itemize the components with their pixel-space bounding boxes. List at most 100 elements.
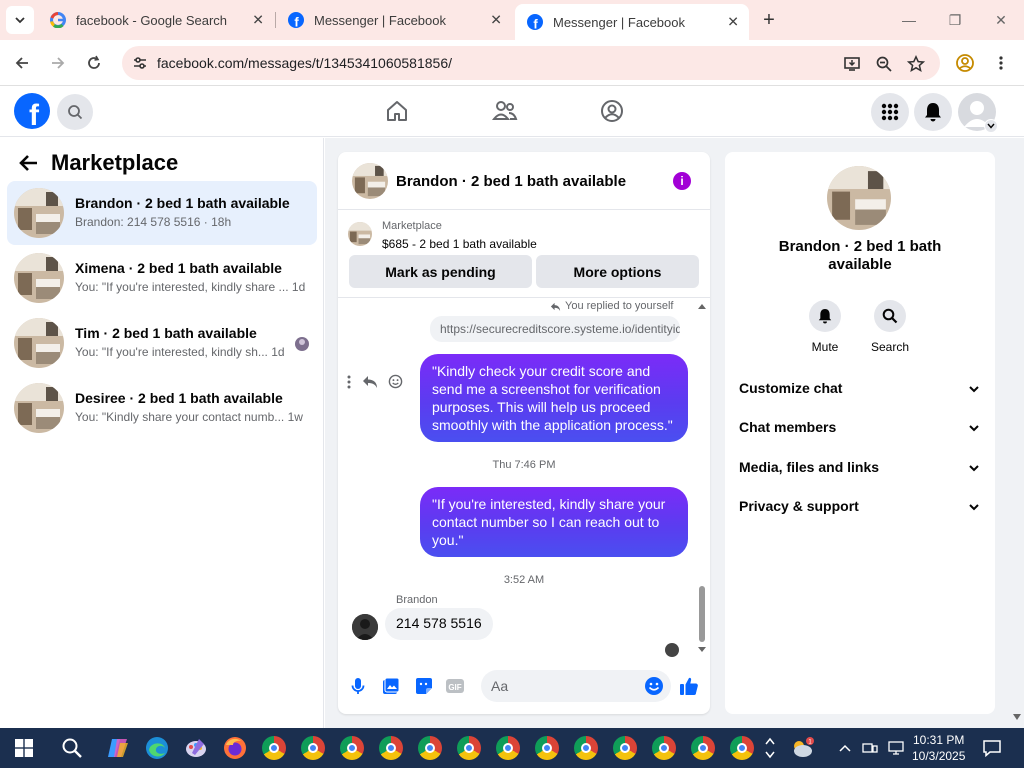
info-thumbnail[interactable]: [827, 166, 891, 230]
chrome-icon[interactable]: [494, 734, 522, 762]
section-privacy-support[interactable]: Privacy & support: [739, 498, 981, 518]
reload-button[interactable]: [81, 50, 107, 76]
windows-start-icon[interactable]: [10, 734, 38, 762]
emoji-icon[interactable]: [644, 676, 664, 696]
close-icon[interactable]: ✕: [490, 12, 502, 29]
gif-icon[interactable]: GIF: [445, 676, 465, 696]
page-scroll-down-icon[interactable]: [1012, 712, 1022, 722]
sticker-icon[interactable]: [414, 676, 434, 696]
firefox-icon[interactable]: [221, 734, 249, 762]
zoom-icon[interactable]: [874, 54, 894, 74]
section-customize-chat[interactable]: Customize chat: [739, 380, 981, 400]
tray-device-icon[interactable]: [860, 734, 880, 762]
message-composer: GIF: [338, 658, 710, 714]
nav-home[interactable]: [383, 97, 411, 125]
conversation-item-desiree[interactable]: Desiree · 2 bed 1 bath available You: "K…: [7, 376, 317, 440]
weather-icon[interactable]: 1: [788, 734, 816, 762]
more-vertical-icon[interactable]: [346, 375, 352, 389]
chrome-icon[interactable]: [728, 734, 756, 762]
chrome-icon[interactable]: [650, 734, 678, 762]
tab-search-button[interactable]: [6, 6, 34, 34]
close-window-button[interactable]: ✕: [987, 8, 1015, 32]
restore-button[interactable]: ❐: [941, 8, 969, 32]
tab-messenger-1[interactable]: f Messenger | Facebook ✕: [276, 4, 512, 36]
browser-menu-button[interactable]: [988, 50, 1014, 76]
section-media-files-links[interactable]: Media, files and links: [739, 459, 981, 479]
new-tab-button[interactable]: +: [757, 8, 781, 32]
url-text: facebook.com/messages/t/1345341060581856…: [157, 55, 452, 71]
chrome-icon[interactable]: [338, 734, 366, 762]
address-bar[interactable]: facebook.com/messages/t/1345341060581856…: [122, 46, 940, 80]
nav-groups[interactable]: [598, 97, 626, 125]
taskbar-search-icon[interactable]: [58, 734, 86, 762]
paint-app-icon[interactable]: [182, 734, 210, 762]
chrome-icon[interactable]: [299, 734, 327, 762]
google-icon: [50, 12, 66, 28]
info-icon[interactable]: i: [673, 172, 691, 190]
chrome-icon[interactable]: [377, 734, 405, 762]
network-icon[interactable]: [884, 734, 908, 762]
copilot-icon[interactable]: [104, 734, 132, 762]
tab-google-search[interactable]: facebook - Google Search ✕: [38, 4, 274, 36]
listing-thumbnail: [14, 253, 64, 303]
chrome-icon[interactable]: [260, 734, 288, 762]
conversation-item-tim[interactable]: Tim · 2 bed 1 bath available You: "If yo…: [7, 311, 317, 375]
chrome-icon[interactable]: [455, 734, 483, 762]
forward-button[interactable]: [45, 50, 71, 76]
notification-center-icon[interactable]: [978, 734, 1006, 762]
profile-button[interactable]: [952, 50, 978, 76]
back-button[interactable]: [9, 50, 35, 76]
bookmark-star-icon[interactable]: [906, 54, 926, 74]
mute-label: Mute: [811, 340, 839, 354]
chrome-icon[interactable]: [416, 734, 444, 762]
facebook-search-button[interactable]: [57, 94, 93, 130]
notifications-button[interactable]: [914, 93, 952, 131]
conversation-item-ximena[interactable]: Ximena · 2 bed 1 bath available You: "If…: [7, 246, 317, 310]
emoji-react-icon[interactable]: [388, 374, 403, 389]
chevron-down-icon: [15, 17, 25, 24]
chat-header: Brandon · 2 bed 1 bath available i: [338, 152, 710, 210]
nav-friends[interactable]: [491, 97, 519, 125]
conversation-preview: You: "If you're interested, kindly sh...…: [75, 345, 285, 359]
edge-icon[interactable]: [143, 734, 171, 762]
chrome-icon[interactable]: [611, 734, 639, 762]
bell-icon: [809, 300, 841, 332]
link-preview[interactable]: https://securecreditscore.systeme.io/ide…: [430, 316, 680, 342]
outgoing-message[interactable]: "Kindly check your credit score and send…: [420, 354, 688, 442]
chat-thumbnail[interactable]: [352, 163, 388, 199]
menu-button[interactable]: [871, 93, 909, 131]
chrome-icon[interactable]: [689, 734, 717, 762]
taskbar-overflow-icon[interactable]: [760, 734, 780, 762]
microphone-icon[interactable]: [348, 676, 368, 696]
account-avatar[interactable]: [958, 93, 998, 133]
mark-as-pending-button[interactable]: Mark as pending: [349, 255, 532, 288]
listing-title[interactable]: $685 - 2 bed 1 bath available: [382, 237, 537, 251]
close-icon[interactable]: ✕: [727, 14, 739, 31]
mute-button[interactable]: Mute: [795, 300, 855, 354]
chrome-icon[interactable]: [572, 734, 600, 762]
like-thumb-icon[interactable]: [679, 676, 699, 696]
section-chat-members[interactable]: Chat members: [739, 419, 981, 439]
message-input[interactable]: [481, 670, 671, 702]
install-app-icon[interactable]: [842, 54, 862, 74]
more-options-button[interactable]: More options: [536, 255, 699, 288]
minimize-button[interactable]: —: [895, 8, 923, 32]
chat-title[interactable]: Brandon · 2 bed 1 bath available: [396, 173, 626, 190]
search-conversation-button[interactable]: Search: [860, 300, 920, 354]
chrome-icon[interactable]: [533, 734, 561, 762]
conversation-item-brandon[interactable]: Brandon · 2 bed 1 bath available Brandon…: [7, 181, 317, 245]
reply-icon[interactable]: [362, 375, 378, 389]
listing-thumbnail[interactable]: [348, 222, 372, 246]
site-settings-icon[interactable]: [130, 53, 150, 73]
chat-scrollbar-thumb[interactable]: [699, 586, 705, 642]
back-arrow-icon[interactable]: [18, 152, 42, 176]
close-icon[interactable]: ✕: [252, 12, 264, 29]
tray-chevron-up-icon[interactable]: [834, 734, 856, 762]
tab-messenger-active[interactable]: f Messenger | Facebook ✕: [515, 4, 749, 40]
facebook-logo-icon[interactable]: f: [14, 93, 50, 129]
incoming-message[interactable]: 214 578 5516: [385, 608, 493, 640]
photo-icon[interactable]: [381, 676, 401, 696]
system-clock[interactable]: 10:31 PM 10/3/2025: [912, 732, 965, 764]
sender-avatar[interactable]: [352, 614, 378, 640]
outgoing-message[interactable]: "If you're interested, kindly share your…: [420, 487, 688, 557]
